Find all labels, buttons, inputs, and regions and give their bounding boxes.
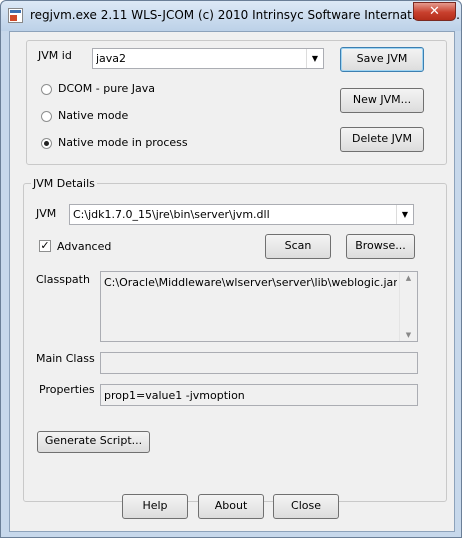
new-jvm-button[interactable]: New JVM... [340, 88, 424, 113]
help-button[interactable]: Help [122, 494, 188, 519]
scan-button[interactable]: Scan [265, 234, 331, 259]
window-close-button[interactable]: ✕ [413, 2, 456, 21]
chevron-down-icon[interactable]: ▼ [306, 49, 323, 68]
jvm-id-label: JVM id [38, 49, 72, 62]
jvm-details-legend: JVM Details [31, 177, 97, 190]
properties-input[interactable]: prop1=value1 -jvmoption [100, 384, 418, 406]
radio-dcom[interactable] [41, 84, 52, 95]
jvm-path-label: JVM [36, 207, 57, 220]
about-button[interactable]: About [198, 494, 264, 519]
classpath-value: C:\Oracle\Middleware\wlserver\server\lib… [104, 276, 397, 289]
title-bar[interactable]: regjvm.exe 2.11 WLS-JCOM (c) 2010 Intrin… [1, 1, 461, 31]
advanced-label: Advanced [57, 240, 112, 253]
jvm-path-dropdown[interactable]: C:\jdk1.7.0_15\jre\bin\server\jvm.dll ▼ [69, 204, 414, 225]
dialog-client: JVM id java2 ▼ DCOM - pure Java Native m… [9, 31, 455, 532]
browse-button[interactable]: Browse... [346, 234, 415, 259]
radio-native-in-process-label: Native mode in process [58, 136, 188, 149]
classpath-textarea[interactable]: C:\Oracle\Middleware\wlserver\server\lib… [100, 271, 418, 342]
jvm-path-value: C:\jdk1.7.0_15\jre\bin\server\jvm.dll [73, 208, 270, 221]
scroll-up-icon[interactable]: ▲ [400, 274, 417, 282]
jvm-id-value: java2 [96, 52, 127, 65]
close-icon: ✕ [429, 4, 440, 19]
jvm-id-dropdown[interactable]: java2 ▼ [92, 48, 324, 69]
generate-script-button[interactable]: Generate Script... [37, 431, 150, 453]
close-button[interactable]: Close [273, 494, 339, 519]
radio-native-in-process[interactable] [41, 138, 52, 149]
classpath-scrollbar[interactable]: ▲ ▼ [399, 272, 417, 341]
classpath-label: Classpath [36, 273, 90, 286]
radio-native-label: Native mode [58, 109, 129, 122]
scroll-down-icon[interactable]: ▼ [400, 331, 417, 339]
radio-native[interactable] [41, 111, 52, 122]
properties-value: prop1=value1 -jvmoption [104, 389, 245, 402]
save-jvm-button[interactable]: Save JVM [340, 47, 424, 72]
advanced-checkbox[interactable]: ✓ [39, 240, 51, 252]
properties-label: Properties [39, 383, 95, 396]
delete-jvm-button[interactable]: Delete JVM [340, 127, 424, 152]
checkmark-icon: ✓ [40, 239, 50, 252]
window-title: regjvm.exe 2.11 WLS-JCOM (c) 2010 Intrin… [30, 8, 460, 22]
main-class-label: Main Class [36, 352, 95, 365]
radio-dcom-label: DCOM - pure Java [58, 82, 155, 95]
app-icon [8, 8, 23, 23]
app-window: regjvm.exe 2.11 WLS-JCOM (c) 2010 Intrin… [0, 0, 462, 538]
jvm-details-group [23, 183, 447, 502]
chevron-down-icon[interactable]: ▼ [396, 205, 413, 224]
main-class-input[interactable] [100, 352, 418, 374]
